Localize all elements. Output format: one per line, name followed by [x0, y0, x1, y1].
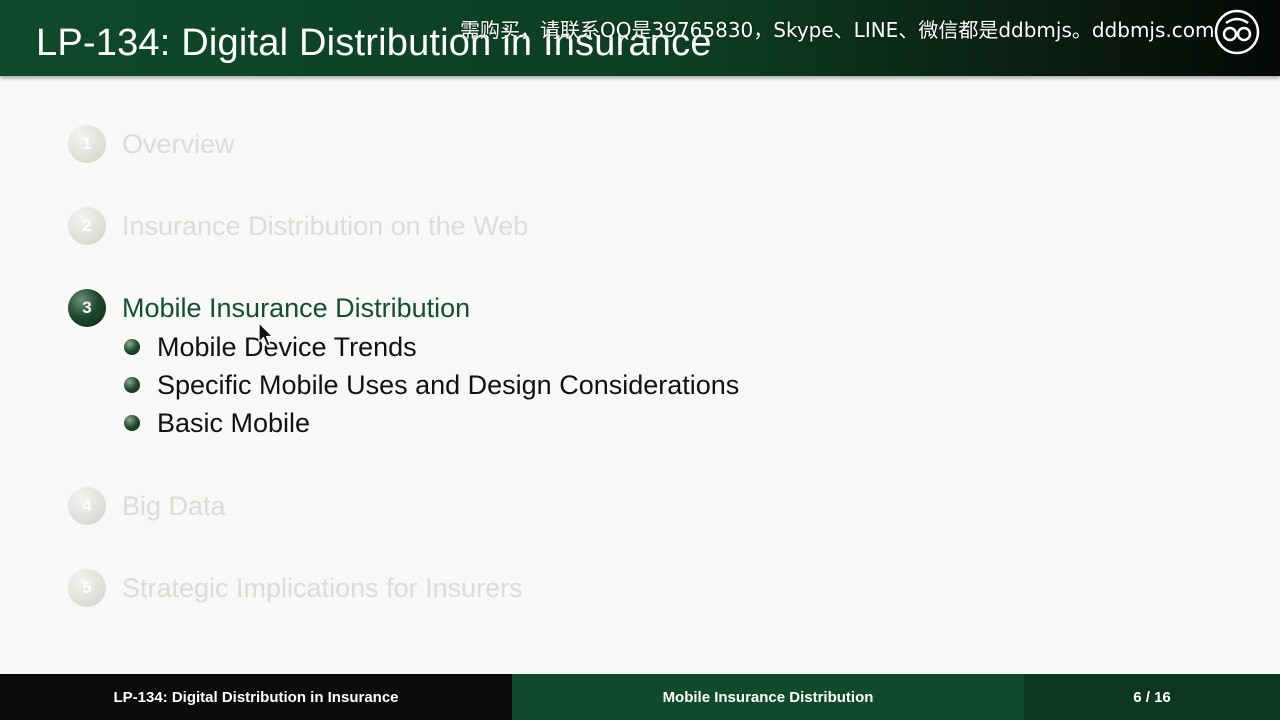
- slide: LP-134: Digital Distribution in Insuranc…: [0, 0, 1280, 720]
- toc-item-big-data[interactable]: 4 Big Data: [68, 486, 226, 526]
- toc-item-strategic-implications[interactable]: 5 Strategic Implications for Insurers: [68, 568, 523, 608]
- mouse-cursor-icon: [258, 322, 274, 347]
- footer-page-number: 6 / 16: [1024, 674, 1280, 720]
- subsection-label: Basic Mobile: [157, 407, 311, 438]
- bullet-icon: [124, 377, 140, 393]
- toc-label-mobile-distribution: Mobile Insurance Distribution: [122, 292, 471, 323]
- section-number-2: 2: [68, 207, 106, 245]
- section-number-1: 1: [68, 125, 106, 163]
- bullet-icon: [124, 339, 140, 355]
- footer-section-title: Mobile Insurance Distribution: [512, 674, 1024, 720]
- section-number-5: 5: [68, 569, 106, 607]
- subsection-item-device-trends[interactable]: Mobile Device Trends: [124, 328, 739, 366]
- toc-label-overview: Overview: [122, 128, 235, 159]
- table-of-contents: 1 Overview 2 Insurance Distribution on t…: [0, 0, 1280, 720]
- subsection-list: Mobile Device Trends Specific Mobile Use…: [124, 328, 739, 442]
- subsection-label: Specific Mobile Uses and Design Consider…: [157, 369, 740, 400]
- toc-label-big-data: Big Data: [122, 490, 226, 521]
- subsection-label: Mobile Device Trends: [157, 331, 417, 362]
- subsection-item-mobile-uses[interactable]: Specific Mobile Uses and Design Consider…: [124, 366, 739, 404]
- footer-presentation-title: LP-134: Digital Distribution in Insuranc…: [0, 674, 512, 720]
- section-number-3: 3: [68, 289, 106, 327]
- toc-label-web-distribution: Insurance Distribution on the Web: [122, 210, 529, 241]
- subsection-item-basic-mobile[interactable]: Basic Mobile: [124, 404, 739, 442]
- toc-label-strategic-implications: Strategic Implications for Insurers: [122, 572, 523, 603]
- slide-footer: LP-134: Digital Distribution in Insuranc…: [0, 674, 1280, 720]
- bullet-icon: [124, 415, 140, 431]
- toc-item-web-distribution[interactable]: 2 Insurance Distribution on the Web: [68, 206, 528, 246]
- section-number-4: 4: [68, 487, 106, 525]
- toc-item-overview[interactable]: 1 Overview: [68, 124, 235, 164]
